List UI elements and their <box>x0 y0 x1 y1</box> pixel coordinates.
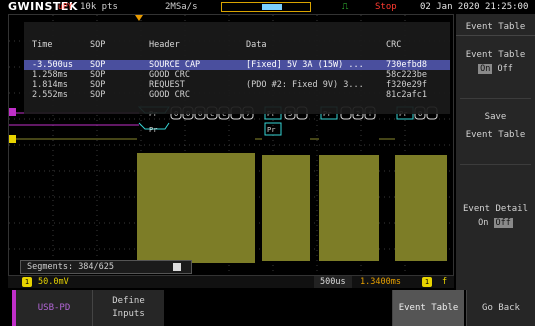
event-table-off[interactable]: Off <box>498 64 513 74</box>
table-row[interactable]: 1.814ms SOP REQUEST (PDO #2: Fixed 9V) 3… <box>24 80 450 90</box>
menu-divider <box>460 164 531 165</box>
cell-data: [Fixed] 5V 3A (15W) ... <box>246 60 364 70</box>
cell-crc: 730efbd8 <box>386 60 427 70</box>
trigger-edge-icon: ⎍ <box>342 2 349 12</box>
timebase: 500us <box>314 276 352 288</box>
segment-square-icon <box>173 263 181 271</box>
cell-time: -3.500us <box>32 60 73 70</box>
side-menu-title: Event Table <box>456 22 535 36</box>
softkey-bar: USB-PD Define Inputs Event Table Go Back <box>0 290 535 326</box>
event-table-label: Event Table <box>465 50 526 60</box>
sample-rate: 2MSa/s <box>165 2 198 12</box>
event-detail-label: Event Detail <box>462 204 529 214</box>
table-row[interactable]: 2.552ms SOP GOOD CRC 81c2afc1 <box>24 90 450 100</box>
memory-window <box>262 4 282 10</box>
event-detail-off[interactable]: Off <box>493 218 513 228</box>
event-detail-on[interactable]: On <box>478 218 488 228</box>
segments-label: Segments: <box>27 262 74 272</box>
usb-pd-button[interactable]: USB-PD <box>12 290 92 326</box>
cell-time: 1.258ms <box>32 70 68 80</box>
channel-info-bar: 1 50.0mV 500us 1.3400ms 1 f <box>8 276 454 288</box>
event-detail-switch[interactable]: On Off <box>478 218 513 228</box>
save-label: Save <box>484 112 507 122</box>
cell-data: (PDO #2: Fixed 9V) 3... <box>246 80 364 90</box>
cell-crc: f320e29f <box>386 80 427 90</box>
cell-crc: 58c223be <box>386 70 427 80</box>
event-table-button[interactable]: Event Table <box>392 290 464 326</box>
menu-divider <box>460 98 531 99</box>
go-back-button[interactable]: Go Back <box>466 290 535 326</box>
cell-header: SOURCE CAP <box>149 60 201 70</box>
event-table-switch[interactable]: On Off <box>478 64 513 74</box>
trigger-source-badge: 1 <box>422 277 432 287</box>
trigger-delay: 1.3400ms <box>360 277 401 287</box>
cell-header: REQUEST <box>149 80 185 90</box>
svg-text:Pr: Pr <box>267 126 275 134</box>
save-event-table-button[interactable]: Save Event Table <box>456 112 535 140</box>
trigger-slope-icon: f <box>442 277 448 287</box>
event-detail-toggle[interactable]: Event Detail On Off <box>456 204 535 228</box>
col-sop: SOP <box>90 40 106 50</box>
save-label-2: Event Table <box>465 130 526 140</box>
cell-header: GOOD CRC <box>149 90 190 100</box>
brand-tag: uPY <box>58 2 73 11</box>
table-row[interactable]: 1.258ms SOP GOOD CRC 58c223be <box>24 70 450 80</box>
col-header: Header <box>149 40 180 50</box>
ch1-scale: 50.0mV <box>38 277 69 287</box>
col-time: Time <box>32 40 53 50</box>
event-table[interactable]: Time SOP Header Data CRC -3.500us SOP SO… <box>24 22 450 114</box>
run-status: Stop <box>375 2 397 12</box>
cell-sop: SOP <box>90 90 106 100</box>
event-table-toggle[interactable]: Event Table On Off <box>456 50 535 74</box>
event-table-header: Time SOP Header Data CRC <box>24 40 450 52</box>
cell-time: 1.814ms <box>32 80 68 90</box>
col-crc: CRC <box>386 40 402 50</box>
col-data: Data <box>246 40 267 50</box>
memory-bar <box>221 2 311 12</box>
cell-sop: SOP <box>90 80 106 90</box>
define-inputs-label-2: Inputs <box>112 309 145 319</box>
cell-time: 2.552ms <box>32 90 68 100</box>
svg-text:Pr: Pr <box>149 126 157 134</box>
cell-crc: 81c2afc1 <box>386 90 427 100</box>
define-inputs-label: Define <box>112 296 145 306</box>
datetime: 02 Jan 2020 21:25:00 <box>420 2 529 12</box>
segments-indicator: Segments: 384/625 <box>20 260 192 274</box>
define-inputs-button[interactable]: Define Inputs <box>92 290 164 326</box>
side-menu: Event Table Event Table On Off Save Even… <box>456 14 535 290</box>
status-bar: GWINSTEK uPY 10k pts 2MSa/s ⎍ Stop 02 Ja… <box>0 0 535 14</box>
cell-sop: SOP <box>90 60 106 70</box>
ch1-badge: 1 <box>22 277 32 287</box>
cell-sop: SOP <box>90 70 106 80</box>
record-length: 10k pts <box>80 2 118 12</box>
segments-value: 384/625 <box>78 262 115 272</box>
table-row[interactable]: -3.500us SOP SOURCE CAP [Fixed] 5V 3A (1… <box>24 60 450 70</box>
event-table-on[interactable]: On <box>478 64 493 74</box>
cell-header: GOOD CRC <box>149 70 190 80</box>
